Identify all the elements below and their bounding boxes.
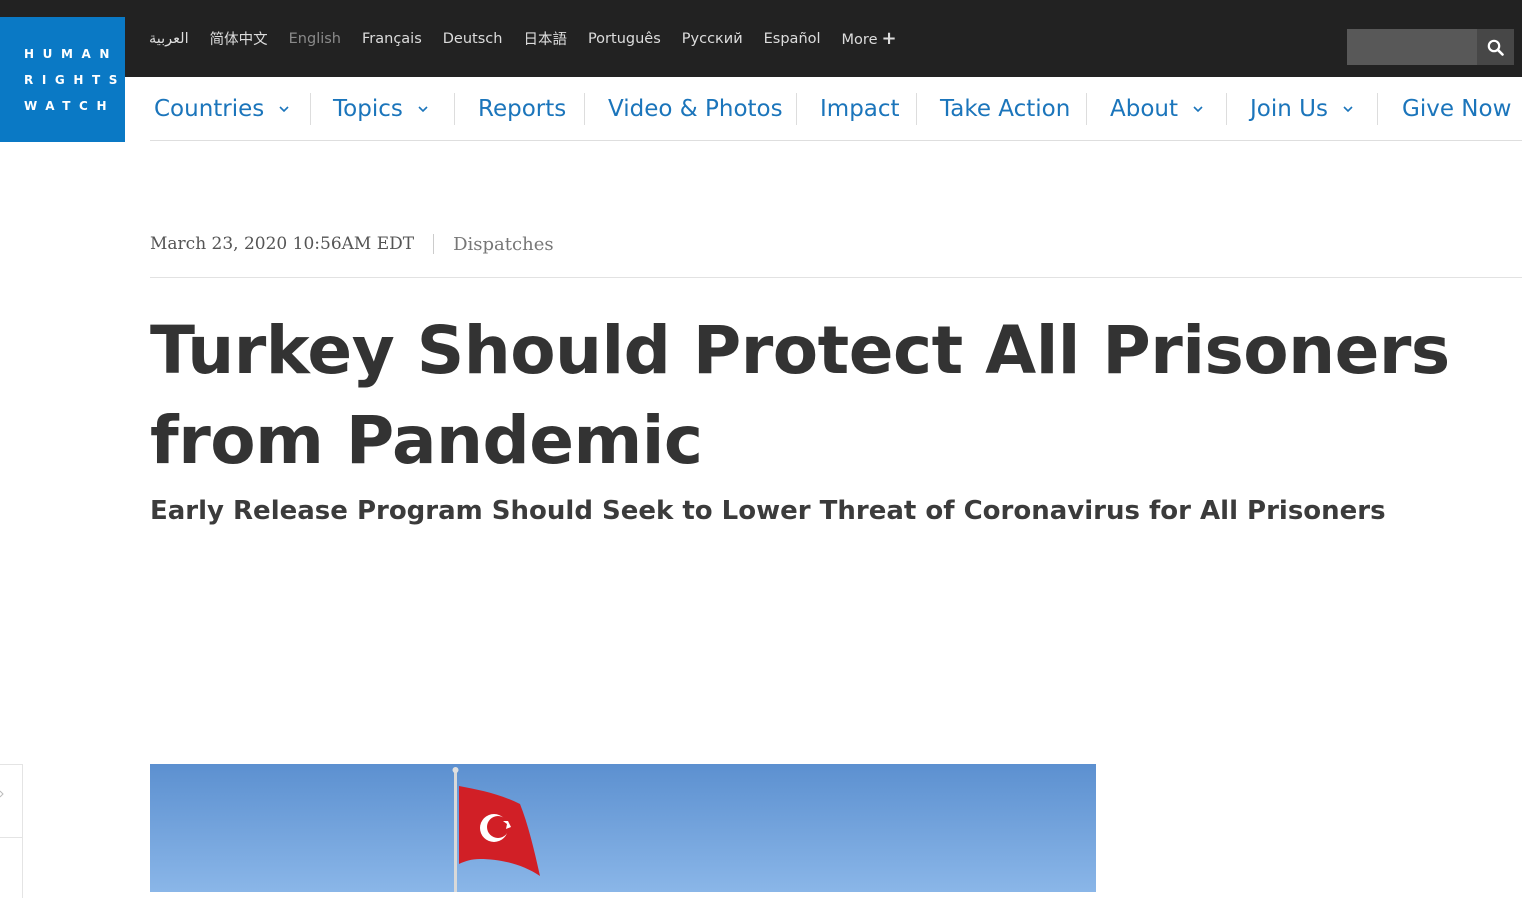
meta-divider-line: [150, 277, 1522, 278]
more-languages-button[interactable]: More +: [842, 28, 897, 49]
chevron-down-icon: [417, 105, 429, 113]
nav-label: Reports: [478, 96, 567, 122]
logo-line-2: RIGHTS: [24, 72, 127, 87]
nav-label: Video & Photos: [608, 96, 783, 122]
nav-label: Take Action: [940, 96, 1071, 122]
plus-icon: +: [881, 28, 897, 49]
nav-label: About: [1110, 96, 1179, 122]
share-arrow-icon: [0, 790, 4, 798]
hero-image: [150, 764, 1096, 892]
chevron-down-icon: [1342, 105, 1354, 113]
language-link-russian[interactable]: Русский: [682, 31, 743, 47]
language-link-portuguese[interactable]: Português: [588, 31, 661, 47]
nav-impact[interactable]: Impact: [820, 77, 900, 141]
hrw-logo[interactable]: HUMAN RIGHTS WATCH: [0, 17, 125, 142]
language-link-japanese[interactable]: 日本語: [523, 28, 567, 49]
chevron-down-icon: [278, 105, 290, 113]
nav-divider: [916, 93, 917, 125]
nav-join-us[interactable]: Join Us: [1250, 77, 1354, 141]
logo-line-1: HUMAN: [24, 46, 119, 61]
nav-divider: [1226, 93, 1227, 125]
nav-give-now[interactable]: Give Now: [1402, 77, 1522, 141]
article-category-link[interactable]: Dispatches: [453, 234, 553, 255]
nav-reports[interactable]: Reports: [478, 77, 566, 141]
nav-divider: [454, 93, 455, 125]
share-tab[interactable]: [0, 764, 23, 838]
article-date: March 23, 2020 10:56AM EDT: [150, 234, 415, 254]
article-title: Turkey Should Protect All Prisoners from…: [150, 312, 1450, 479]
logo-line-3: WATCH: [24, 98, 116, 113]
article-meta: March 23, 2020 10:56AM EDT Dispatches: [150, 230, 554, 258]
nav-divider: [1086, 93, 1087, 125]
main-nav: Countries Topics Reports Video & Photos …: [150, 77, 1522, 141]
chevron-down-icon: [1192, 105, 1204, 113]
language-link-chinese[interactable]: 简体中文: [210, 28, 268, 49]
language-link-french[interactable]: Français: [362, 31, 422, 47]
nav-label: Countries: [154, 96, 265, 122]
top-bar: العربية 简体中文 English Français Deutsch 日本…: [0, 0, 1522, 77]
language-switcher: العربية 简体中文 English Français Deutsch 日本…: [149, 0, 918, 77]
search-input[interactable]: [1347, 29, 1477, 65]
search-icon: [1487, 39, 1504, 56]
nav-video-photos[interactable]: Video & Photos: [608, 77, 783, 141]
nav-label: Impact: [820, 96, 900, 122]
nav-label: Topics: [333, 96, 403, 122]
more-languages-label: More: [841, 32, 878, 48]
nav-about[interactable]: About: [1110, 77, 1204, 141]
turkish-flag-image: [150, 764, 1096, 892]
nav-label: Join Us: [1250, 96, 1328, 122]
nav-divider: [310, 93, 311, 125]
nav-label: Give Now: [1402, 96, 1512, 122]
nav-take-action[interactable]: Take Action: [940, 77, 1070, 141]
nav-countries[interactable]: Countries: [154, 77, 290, 141]
search-button[interactable]: [1477, 29, 1514, 65]
meta-divider: [433, 234, 435, 254]
share-tab-lower: [0, 838, 23, 898]
nav-divider: [796, 93, 797, 125]
language-link-english[interactable]: English: [289, 31, 341, 47]
language-link-german[interactable]: Deutsch: [443, 31, 503, 47]
article-subtitle: Early Release Program Should Seek to Low…: [150, 496, 1386, 526]
nav-divider: [584, 93, 585, 125]
nav-divider: [1377, 93, 1378, 125]
language-link-arabic[interactable]: العربية: [149, 31, 189, 47]
language-link-spanish[interactable]: Español: [764, 31, 821, 47]
nav-topics[interactable]: Topics: [333, 77, 429, 141]
